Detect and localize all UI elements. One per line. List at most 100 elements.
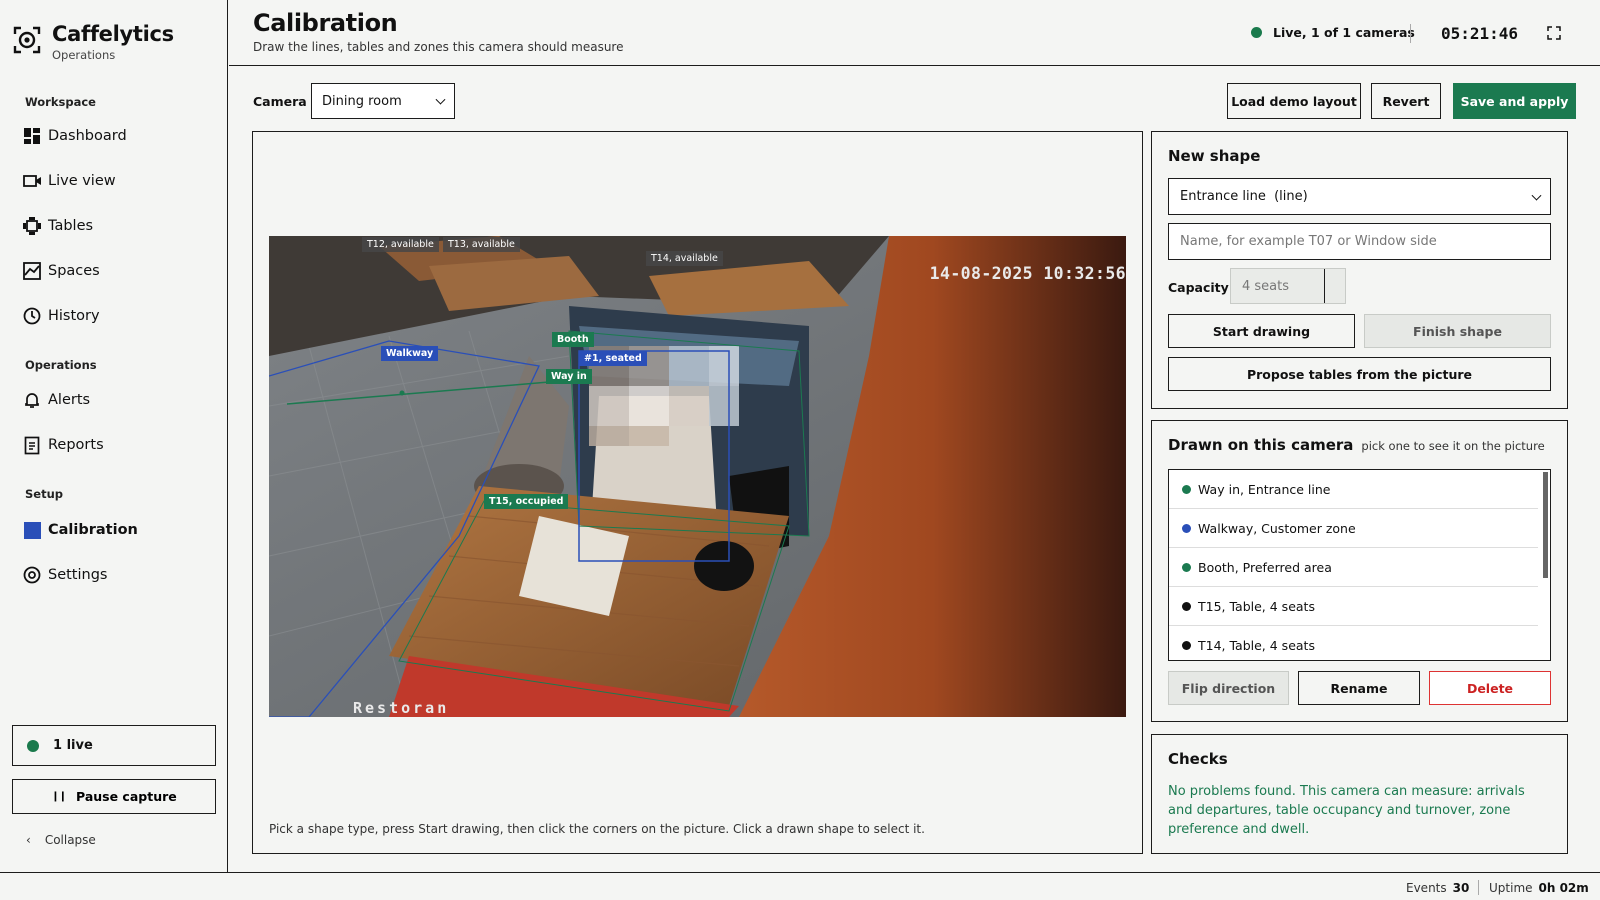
sidebar-item-dashboard[interactable]: Dashboard — [22, 121, 212, 151]
drawn-shapes-list: Way in, Entrance line Walkway, Customer … — [1168, 469, 1551, 661]
sidebar-item-label: Alerts — [48, 392, 91, 408]
drawn-hint: pick one to see it on the picture — [1361, 439, 1545, 453]
nav-section-operations: Operations — [25, 358, 97, 372]
live-dot — [27, 739, 39, 752]
finish-shape-button[interactable]: Finish shape — [1364, 314, 1551, 348]
sidebar-item-spaces[interactable]: Spaces — [22, 256, 212, 286]
pause-label: Pause capture — [76, 789, 177, 804]
clock: 05:21:46 — [1441, 24, 1519, 43]
shape-color-dot — [1182, 641, 1191, 650]
square-icon — [22, 520, 42, 540]
overlay-label-t15[interactable]: T15, occupied — [484, 494, 569, 509]
fullscreen-icon[interactable] — [1547, 26, 1561, 40]
chevron-down-icon — [435, 94, 446, 105]
live-status-dot — [1251, 27, 1262, 38]
live-status-text: Live, 1 of 1 cameras — [1273, 25, 1415, 40]
sidebar-item-calibration[interactable]: Calibration — [22, 515, 212, 545]
nav-section-workspace: Workspace — [25, 95, 96, 109]
shape-color-dot — [1182, 523, 1191, 533]
shape-color-dot — [1182, 562, 1191, 572]
overlay-label-walkway[interactable]: Walkway — [381, 346, 439, 361]
list-item-label: Way in, Entrance line — [1198, 481, 1331, 497]
sidebar-item-label: Tables — [48, 218, 94, 234]
shape-name-input[interactable] — [1180, 224, 1550, 259]
sidebar-item-label: Spaces — [48, 263, 100, 279]
sidebar-item-tables[interactable]: Tables — [22, 211, 212, 241]
live-count: 1 live — [53, 738, 93, 753]
camera-label: Camera — [253, 94, 307, 109]
drawn-title: Drawn on this camera — [1168, 436, 1354, 454]
calibration-canvas-panel: 14-08-2025 10:32:56 Restoran T12, availa… — [252, 131, 1143, 854]
overlay-label-person[interactable]: #1, seated — [579, 351, 647, 366]
chevron-down-icon — [1531, 190, 1542, 201]
shape-name-field[interactable] — [1168, 223, 1551, 260]
list-item-label: Walkway, Customer zone — [1198, 520, 1356, 536]
list-item-label: T14, Table, 4 seats — [1198, 638, 1315, 653]
uptime-value: 0h 02m — [1538, 881, 1589, 895]
sidebar-item-reports[interactable]: Reports — [22, 430, 212, 460]
app-name: Caffelytics — [52, 22, 174, 46]
drawn-shapes-panel: Drawn on this camera pick one to see it … — [1151, 420, 1568, 722]
sidebar-item-live-view[interactable]: Live view — [22, 166, 212, 196]
overlay-label-t13[interactable]: T13, available — [443, 237, 520, 252]
sidebar-item-label: Reports — [48, 437, 104, 453]
list-item[interactable]: T14, Table, 4 seats — [1169, 626, 1538, 660]
start-drawing-button[interactable]: Start drawing — [1168, 314, 1355, 348]
sidebar: Caffelytics Operations Workspace Dashboa… — [0, 0, 228, 872]
footer-divider — [1478, 880, 1479, 895]
list-item[interactable]: Way in, Entrance line — [1169, 470, 1538, 509]
uptime-label: Uptime — [1489, 881, 1533, 895]
list-item[interactable]: Walkway, Customer zone — [1169, 509, 1538, 548]
camera-timestamp: 14-08-2025 10:32:56 — [929, 264, 1126, 283]
shape-type-value: Entrance line (line) — [1180, 189, 1308, 204]
header-divider — [1410, 24, 1411, 43]
list-item-label: Booth, Preferred area — [1198, 559, 1332, 575]
camera-frame[interactable]: 14-08-2025 10:32:56 Restoran T12, availa… — [269, 236, 1126, 717]
live-cameras-indicator: 1 live — [12, 725, 216, 766]
sidebar-item-settings[interactable]: Settings — [22, 560, 212, 590]
sidebar-item-alerts[interactable]: Alerts — [22, 385, 212, 415]
sidebar-item-label: History — [48, 308, 100, 324]
checks-panel: Checks No problems found. This camera ca… — [1151, 734, 1568, 854]
flip-direction-button[interactable]: Flip direction — [1168, 671, 1289, 705]
uptime-stat: Uptime 0h 02m — [1489, 881, 1589, 895]
page-subtitle: Draw the lines, tables and zones this ca… — [253, 40, 624, 54]
page-header: Calibration Draw the lines, tables and z… — [229, 0, 1600, 66]
new-shape-title: New shape — [1168, 147, 1261, 165]
capacity-stepper[interactable]: 4 seats — [1230, 268, 1346, 304]
canvas-hint: Pick a shape type, press Start drawing, … — [269, 822, 925, 836]
collapse-sidebar-button[interactable]: ‹ Collapse — [26, 833, 96, 847]
sidebar-item-label: Calibration — [48, 522, 138, 538]
list-item[interactable]: Booth, Preferred area — [1169, 548, 1538, 587]
new-shape-panel: New shape Entrance line (line) Capacity … — [1151, 131, 1568, 409]
overlay-label-way-in[interactable]: Way in — [546, 369, 592, 384]
events-stat: Events 30 — [1406, 881, 1469, 895]
revert-button[interactable]: Revert — [1371, 83, 1441, 119]
bell-icon — [22, 390, 42, 410]
brand: Caffelytics Operations — [12, 22, 174, 62]
rename-button[interactable]: Rename — [1298, 671, 1420, 705]
sidebar-item-label: Settings — [48, 567, 108, 583]
capacity-label: Capacity — [1168, 280, 1229, 295]
collapse-label: Collapse — [44, 833, 96, 847]
shape-type-select[interactable]: Entrance line (line) — [1168, 178, 1551, 215]
propose-tables-button[interactable]: Propose tables from the picture — [1168, 357, 1551, 391]
page-title: Calibration — [253, 9, 398, 37]
delete-button[interactable]: Delete — [1429, 671, 1551, 705]
sidebar-item-history[interactable]: History — [22, 301, 212, 331]
checks-result: No problems found. This camera can measu… — [1168, 784, 1525, 837]
video-camera-icon — [22, 171, 42, 191]
camera-select-value: Dining room — [322, 93, 402, 109]
load-demo-layout-button[interactable]: Load demo layout — [1227, 83, 1361, 119]
overlay-label-t14[interactable]: T14, available — [646, 251, 723, 266]
save-and-apply-button[interactable]: Save and apply — [1453, 83, 1576, 119]
overlay-label-t12[interactable]: T12, available — [362, 237, 439, 252]
overlay-label-booth[interactable]: Booth — [552, 332, 594, 347]
capacity-value: 4 seats — [1231, 269, 1325, 303]
checks-title: Checks — [1168, 750, 1228, 768]
list-item[interactable]: T15, Table, 4 seats — [1169, 587, 1538, 626]
pause-capture-button[interactable]: ❙❙ Pause capture — [12, 779, 216, 814]
list-scrollbar[interactable] — [1543, 472, 1548, 578]
sidebar-item-label: Dashboard — [48, 128, 127, 144]
camera-select[interactable]: Dining room — [311, 83, 455, 119]
